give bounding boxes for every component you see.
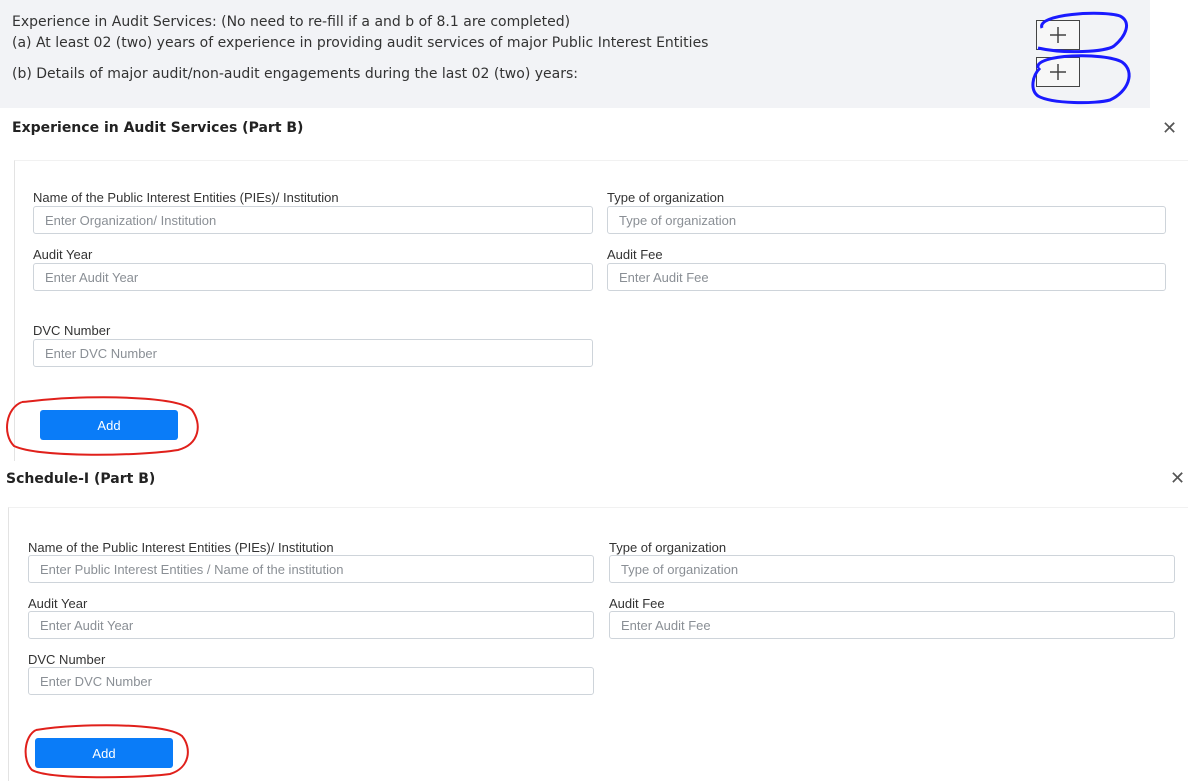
type-label: Type of organization (609, 540, 727, 555)
fee-label: Audit Fee (609, 596, 665, 611)
year-label: Audit Year (33, 247, 93, 262)
add-button[interactable]: Add (35, 738, 173, 768)
plus-icon (1050, 27, 1066, 43)
dvc-label: DVC Number (28, 652, 106, 667)
year-input[interactable] (28, 611, 594, 639)
year-input[interactable] (33, 263, 593, 291)
dvc-label: DVC Number (33, 323, 111, 338)
year-label: Audit Year (28, 596, 88, 611)
type-input[interactable] (609, 555, 1175, 583)
modal-title: Experience in Audit Services (Part B) (12, 120, 304, 136)
name-label: Name of the Public Interest Entities (PI… (28, 540, 334, 555)
item-b-text: (b) Details of major audit/non-audit eng… (12, 66, 578, 82)
dvc-input[interactable] (28, 667, 594, 695)
add-item-a-button[interactable] (1036, 20, 1080, 50)
name-input[interactable] (28, 555, 594, 583)
type-input[interactable] (607, 206, 1166, 234)
dvc-input[interactable] (33, 339, 593, 367)
close-icon[interactable]: ✕ (1162, 118, 1177, 139)
fee-input[interactable] (607, 263, 1166, 291)
name-label: Name of the Public Interest Entities (PI… (33, 190, 339, 205)
fee-label: Audit Fee (607, 247, 663, 262)
close-icon[interactable]: ✕ (1170, 468, 1185, 489)
add-button[interactable]: Add (40, 410, 178, 440)
experience-header-panel: Experience in Audit Services: (No need t… (0, 0, 1150, 108)
fee-input[interactable] (609, 611, 1175, 639)
name-input[interactable] (33, 206, 593, 234)
section-heading: Experience in Audit Services: (No need t… (12, 14, 571, 30)
item-a-text: (a) At least 02 (two) years of experienc… (12, 35, 709, 51)
type-label: Type of organization (607, 190, 725, 205)
modal-title: Schedule-I (Part B) (6, 471, 156, 487)
add-item-b-button[interactable] (1036, 57, 1080, 87)
plus-icon (1050, 64, 1066, 80)
